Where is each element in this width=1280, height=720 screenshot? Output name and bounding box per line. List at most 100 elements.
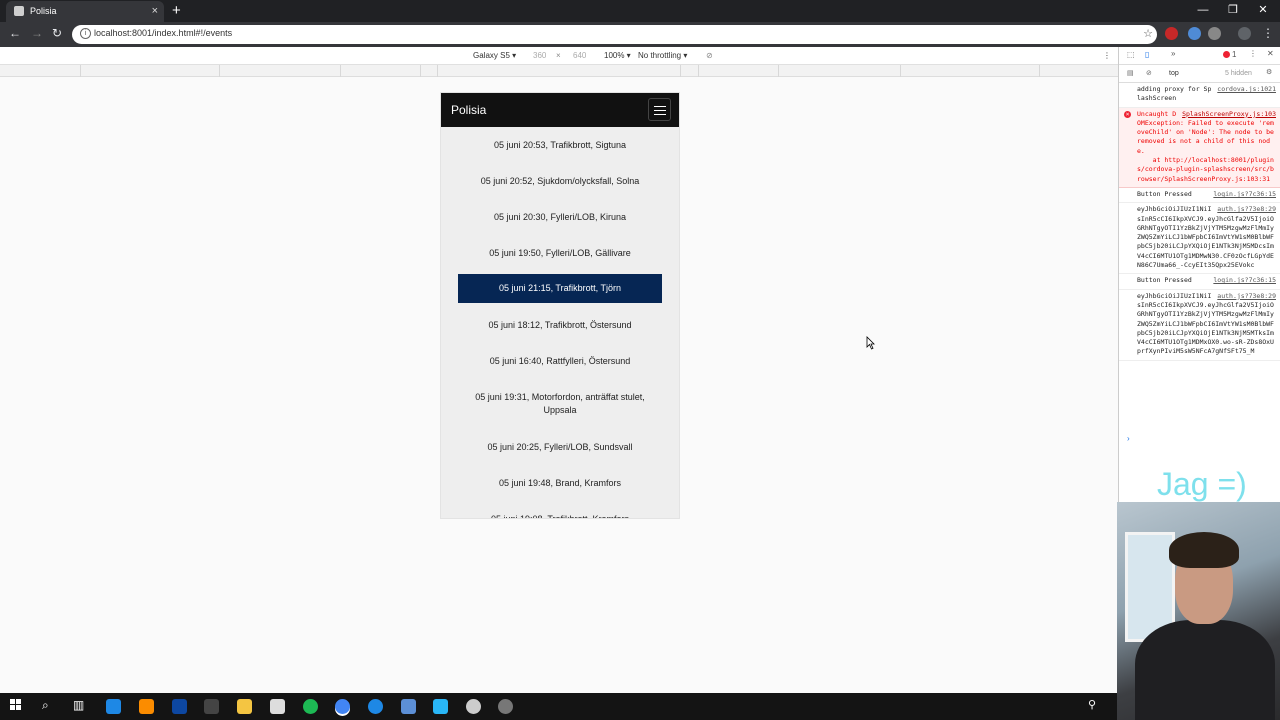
event-item[interactable]: 05 juni 20:52, Sjukdom/olycksfall, Solna [441, 163, 679, 199]
event-item[interactable]: 05 juni 19:48, Brand, Kramfors [441, 465, 679, 501]
event-item[interactable]: 05 juni 18:12, Trafikbrott, Östersund [441, 307, 679, 343]
vscode-icon[interactable] [172, 699, 187, 714]
windows-taskbar: ⌕ ▥ ⚲ [0, 693, 1117, 720]
device-toolbar-menu-icon[interactable]: ⋮ [1103, 51, 1111, 60]
console-log-entry: auth.js?73e8:29 eyJhbGciOiJIUzI1NiIsInR5c… [1119, 203, 1280, 275]
hamburger-menu-icon[interactable] [648, 98, 671, 121]
error-count[interactable]: 1 [1232, 50, 1236, 59]
console-source-link[interactable]: SplashScreenProxy.js:103 [1178, 110, 1276, 119]
reload-icon[interactable]: ↻ [52, 26, 62, 40]
rotate-icon[interactable]: ⊘ [706, 51, 713, 60]
app-title[interactable]: Polisia [451, 103, 486, 117]
console-source-link[interactable]: auth.js?73e8:29 [1213, 205, 1276, 214]
app-navbar: Polisia [441, 93, 679, 127]
console-source-link[interactable]: login.js?7c36:15 [1209, 190, 1276, 199]
throttling-select[interactable]: No throttling ▾ [638, 51, 687, 60]
device-select[interactable]: Galaxy S5 ▾ [473, 51, 516, 60]
bookmark-star-icon[interactable]: ☆ [1143, 27, 1153, 40]
error-icon [1223, 51, 1230, 58]
forward-icon[interactable]: → [31, 26, 43, 40]
device-toolbar: Galaxy S5 ▾ 360 × 640 100% ▾ No throttli… [0, 47, 1118, 65]
overlay-caption: Jag =) [1157, 466, 1247, 502]
taskbar-app-icon[interactable] [139, 699, 154, 714]
taskbar-app-icon[interactable] [106, 699, 121, 714]
console-log-entry: cordova.js:1021 adding proxy for SplashSc… [1119, 83, 1280, 108]
devtools-menu-icon[interactable]: ⋮ [1249, 49, 1257, 58]
console-log-entry: login.js?7c36:15 Button Pressed [1119, 188, 1280, 204]
minimize-button[interactable]: — [1188, 0, 1218, 20]
people-icon[interactable]: ⚲ [1088, 698, 1096, 711]
adblock-extension-icon[interactable] [1165, 27, 1178, 40]
console-message: adding proxy for SplashScreen [1137, 85, 1212, 103]
event-item[interactable]: 05 juni 20:25, Fylleri/LOB, Sundsvall [441, 429, 679, 465]
settings-gear-icon[interactable]: ⚙ [1266, 68, 1272, 76]
url-input[interactable]: i localhost:8001/index.html#!/events ☆ [72, 25, 1157, 44]
taskbar-app-icon[interactable] [368, 699, 383, 714]
globe-icon [14, 6, 24, 16]
info-icon[interactable]: i [80, 28, 91, 39]
console-log-list: cordova.js:1021 adding proxy for SplashSc… [1119, 83, 1280, 361]
sidebar-toggle-icon[interactable]: ▤ [1127, 69, 1134, 77]
webcam-overlay [1117, 502, 1280, 720]
event-item[interactable]: 05 juni 19:31, Motorfordon, anträffat st… [441, 379, 679, 429]
restore-button[interactable]: ❐ [1218, 0, 1248, 20]
event-item[interactable]: 05 juni 20:53, Trafikbrott, Sigtuna [441, 127, 679, 163]
url-text: localhost:8001/index.html#!/events [94, 28, 233, 38]
taskbar-app-icon[interactable] [498, 699, 513, 714]
chrome-icon[interactable] [335, 699, 350, 714]
media-query-ruler [0, 65, 1118, 77]
context-select[interactable]: top [1169, 70, 1179, 77]
browser-tabbar: Polisia × + — ❐ ✕ [0, 0, 1280, 22]
address-bar: ← → ↻ i localhost:8001/index.html#!/even… [0, 22, 1280, 47]
console-prompt[interactable]: › [1127, 434, 1130, 443]
console-message: Uncaught DOMException: Failed to execute… [1137, 109, 1274, 183]
more-tabs-button[interactable]: » [1171, 49, 1175, 58]
close-tab-icon[interactable]: × [152, 1, 158, 22]
chrome-menu-icon[interactable]: ⋮ [1262, 26, 1274, 40]
taskbar-app-icon[interactable] [401, 699, 416, 714]
profile-avatar-icon[interactable] [1238, 27, 1251, 40]
device-toggle-icon[interactable]: ▯ [1145, 50, 1149, 59]
devtools-toolbar: ⬚ ▯ » 1 ⋮ ✕ [1119, 47, 1280, 65]
file-explorer-icon[interactable] [237, 699, 252, 714]
tab-title: Polisia [30, 6, 57, 16]
console-error-entry: × SplashScreenProxy.js:103 Uncaught DOMExc… [1119, 107, 1280, 188]
spotify-icon[interactable] [303, 699, 318, 714]
device-height-input[interactable]: 640 [573, 51, 586, 60]
event-item[interactable]: 05 juni 19:08, Trafikbrott, Kramfors [441, 501, 679, 518]
console-message: eyJhbGciOiJIUzI1NiIsInR5cCI6IkpXVCJ9.eyJ… [1137, 291, 1274, 356]
dimension-separator: × [556, 51, 561, 60]
windows-start-icon[interactable] [10, 699, 22, 711]
browser-tab[interactable]: Polisia × [6, 1, 164, 22]
new-tab-button[interactable]: + [172, 1, 181, 21]
event-list: 05 juni 20:53, Trafikbrott, Sigtuna 05 ju… [441, 127, 679, 518]
extension-icon[interactable] [1188, 27, 1201, 40]
console-source-link[interactable]: auth.js?73e8:29 [1213, 292, 1276, 301]
console-source-link[interactable]: cordova.js:1021 [1213, 85, 1276, 94]
console-message: Button Pressed [1137, 276, 1192, 285]
search-icon[interactable]: ⌕ [42, 698, 49, 713]
event-item[interactable]: 05 juni 21:15, Trafikbrott, Tjörn [458, 274, 662, 303]
inspect-icon[interactable]: ⬚ [1127, 50, 1135, 59]
taskbar-app-icon[interactable] [433, 699, 448, 714]
event-item[interactable]: 05 juni 20:30, Fylleri/LOB, Kiruna [441, 199, 679, 235]
event-item[interactable]: 05 juni 16:40, Rattfylleri, Östersund [441, 343, 679, 379]
mouse-cursor-icon [866, 336, 875, 350]
terminal-icon[interactable] [204, 699, 219, 714]
clear-console-icon[interactable]: ⊘ [1146, 69, 1152, 77]
console-message: Button Pressed [1137, 189, 1192, 198]
close-window-button[interactable]: ✕ [1248, 0, 1278, 20]
close-devtools-icon[interactable]: ✕ [1267, 49, 1274, 58]
console-filter-bar: ▤ ⊘ top 5 hidden ⚙ [1119, 65, 1280, 83]
back-icon[interactable]: ← [9, 26, 21, 40]
taskbar-app-icon[interactable] [466, 699, 481, 714]
console-source-link[interactable]: login.js?7c36:15 [1209, 276, 1276, 285]
task-view-icon[interactable]: ▥ [73, 698, 84, 712]
zoom-select[interactable]: 100% ▾ [604, 51, 631, 60]
mail-icon[interactable] [270, 699, 285, 714]
console-log-entry: login.js?7c36:15 Button Pressed [1119, 274, 1280, 290]
console-message: eyJhbGciOiJIUzI1NiIsInR5cCI6IkpXVCJ9.eyJ… [1137, 205, 1274, 270]
device-width-input[interactable]: 360 [533, 51, 546, 60]
event-item[interactable]: 05 juni 19:50, Fylleri/LOB, Gällivare [441, 235, 679, 271]
extension-icon[interactable] [1208, 27, 1221, 40]
